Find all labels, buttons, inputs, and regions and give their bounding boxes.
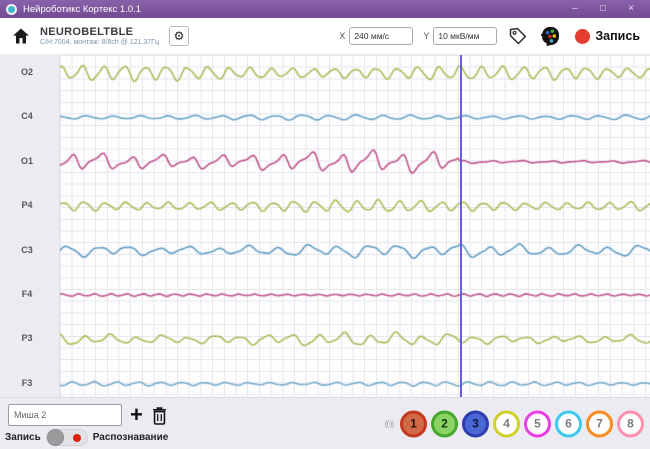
record-icon <box>575 29 590 44</box>
record-mode-label: Запись <box>5 432 41 443</box>
channel-label-F4: F4 <box>0 289 54 299</box>
settings-button[interactable]: ⚙ <box>169 26 189 46</box>
channel-label-P4: P4 <box>0 200 54 210</box>
channel-button-4[interactable]: 4 <box>493 410 520 437</box>
mode-toggle-row: Запись Распознавание <box>5 429 168 446</box>
montage-button[interactable] <box>538 25 561 48</box>
mode-toggle[interactable] <box>46 429 88 446</box>
delete-session-button[interactable] <box>151 406 168 425</box>
x-scale-label: X <box>339 31 345 41</box>
channel-button-2[interactable]: 2 <box>431 410 458 437</box>
titlebar[interactable]: Нейроботикс Кортекс 1.0.1 – □ × <box>0 0 650 18</box>
channel-button-7[interactable]: 7 <box>586 410 613 437</box>
device-name: NEUROBELTBLE <box>40 26 159 38</box>
plus-icon: + <box>130 402 143 427</box>
channel-label-C4: C4 <box>0 111 54 121</box>
y-scale-label: Y <box>423 31 429 41</box>
eeg-canvas <box>60 55 650 397</box>
channel-button-8[interactable]: 8 <box>617 410 644 437</box>
close-button[interactable]: × <box>624 0 638 18</box>
app-logo-icon <box>6 4 17 15</box>
channel-button-3[interactable]: 3 <box>462 410 489 437</box>
channel-button-1[interactable]: 1 <box>400 410 427 437</box>
eeg-chart[interactable] <box>60 55 650 397</box>
add-session-button[interactable]: + <box>130 405 143 425</box>
marker-tag-button[interactable] <box>507 26 528 47</box>
channel-label-O2: O2 <box>0 67 54 77</box>
channel-label-column: O2 C4 O1 P4 C3 F4 P3 F3 <box>0 55 60 397</box>
trash-icon <box>151 406 168 425</box>
footer-bar: + Запись Распознавание ((·)) 12345678 <box>0 397 650 449</box>
gear-icon: ⚙ <box>174 29 185 43</box>
home-button[interactable] <box>10 25 32 47</box>
channel-label-C3: C3 <box>0 245 54 255</box>
playback-cursor[interactable] <box>460 55 462 397</box>
recognition-active-dot <box>73 434 81 442</box>
session-name-input[interactable] <box>8 404 122 426</box>
maximize-button[interactable]: □ <box>596 0 610 18</box>
eeg-main-area: O2 C4 O1 P4 C3 F4 P3 F3 <box>0 55 650 397</box>
header-toolbar: NEUROBELTBLE С/Н:7004, монтаж: 8/8ch @ 1… <box>0 18 650 55</box>
x-scale-input[interactable] <box>349 27 413 45</box>
channel-button-5[interactable]: 5 <box>524 410 551 437</box>
record-button[interactable]: Запись <box>575 29 640 44</box>
minimize-button[interactable]: – <box>568 0 582 18</box>
app-window: Нейроботикс Кортекс 1.0.1 – □ × NEUROBEL… <box>0 0 650 449</box>
tag-icon <box>507 26 528 47</box>
toggle-knob-icon <box>47 429 64 446</box>
window-title: Нейроботикс Кортекс 1.0.1 <box>23 4 141 15</box>
channel-label-P3: P3 <box>0 333 54 343</box>
recognition-label: Распознавание <box>93 432 169 443</box>
device-info: С/Н:7004, монтаж: 8/8ch @ 121.37Гц <box>40 39 159 46</box>
channel-buttons-row: ((·)) 12345678 <box>385 410 644 437</box>
home-icon <box>11 26 31 46</box>
record-button-label: Запись <box>595 29 640 43</box>
y-scale-input[interactable] <box>433 27 497 45</box>
electrode-head-icon <box>538 25 561 48</box>
channel-button-6[interactable]: 6 <box>555 410 582 437</box>
channel-label-O1: O1 <box>0 156 54 166</box>
channel-label-F3: F3 <box>0 378 54 388</box>
broadcast-icon: ((·)) <box>385 419 393 428</box>
